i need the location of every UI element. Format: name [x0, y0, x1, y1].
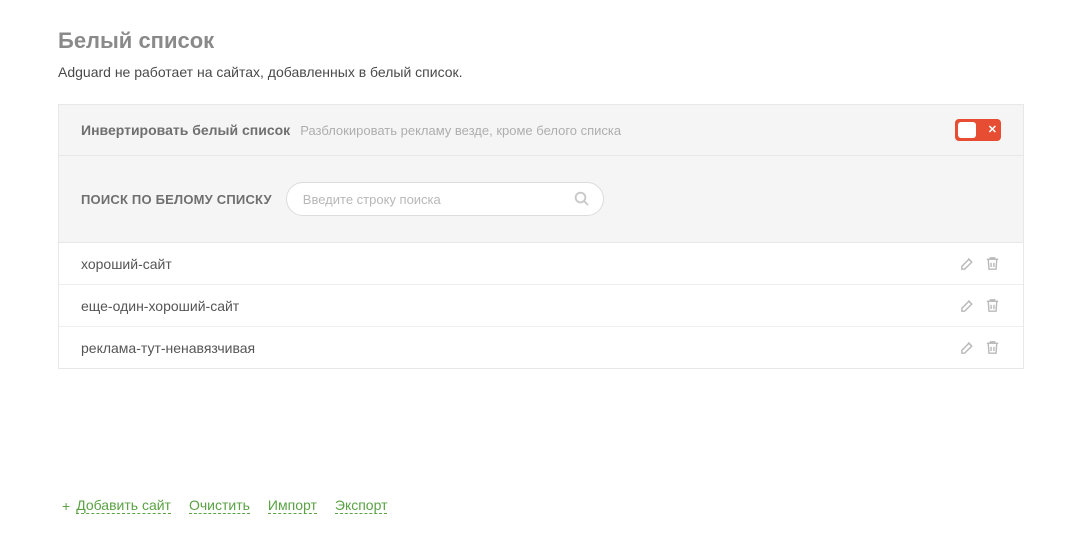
list-item: хороший-сайт [59, 243, 1023, 285]
edit-icon[interactable] [959, 255, 976, 272]
export-button[interactable]: Экспорт [335, 497, 388, 514]
page-subtitle: Adguard не работает на сайтах, добавленн… [58, 64, 1024, 80]
invert-hint: Разблокировать рекламу везде, кроме бело… [300, 123, 955, 138]
list-item: еще-один-хороший-сайт [59, 285, 1023, 327]
search-field [286, 182, 604, 216]
list-item: реклама-тут-ненавязчивая [59, 327, 1023, 368]
invert-row: Инвертировать белый список Разблокироват… [59, 105, 1023, 156]
invert-toggle[interactable]: ✕ [955, 119, 1001, 141]
delete-icon[interactable] [984, 255, 1001, 272]
delete-icon[interactable] [984, 297, 1001, 314]
edit-icon[interactable] [959, 297, 976, 314]
edit-icon[interactable] [959, 339, 976, 356]
list-item-text: еще-один-хороший-сайт [81, 298, 959, 314]
search-label: ПОИСК ПО БЕЛОМУ СПИСКУ [81, 192, 272, 207]
search-row: ПОИСК ПО БЕЛОМУ СПИСКУ [59, 156, 1023, 243]
page-title: Белый список [58, 28, 1024, 54]
list-item-text: хороший-сайт [81, 256, 959, 272]
search-input[interactable] [303, 192, 573, 207]
clear-button[interactable]: Очистить [189, 497, 250, 514]
footer-actions: + Добавить сайт Очистить Импорт Экспорт [58, 479, 1024, 514]
whitelist-panel: Инвертировать белый список Разблокироват… [58, 104, 1024, 369]
add-site-label: Добавить сайт [76, 497, 171, 514]
toggle-knob [958, 122, 976, 138]
plus-icon: + [62, 498, 70, 514]
search-icon[interactable] [573, 190, 591, 208]
import-button[interactable]: Импорт [268, 497, 317, 514]
invert-label: Инвертировать белый список [81, 122, 290, 138]
list-item-text: реклама-тут-ненавязчивая [81, 340, 959, 356]
add-site-button[interactable]: + Добавить сайт [62, 497, 171, 514]
delete-icon[interactable] [984, 339, 1001, 356]
close-icon: ✕ [988, 125, 997, 136]
